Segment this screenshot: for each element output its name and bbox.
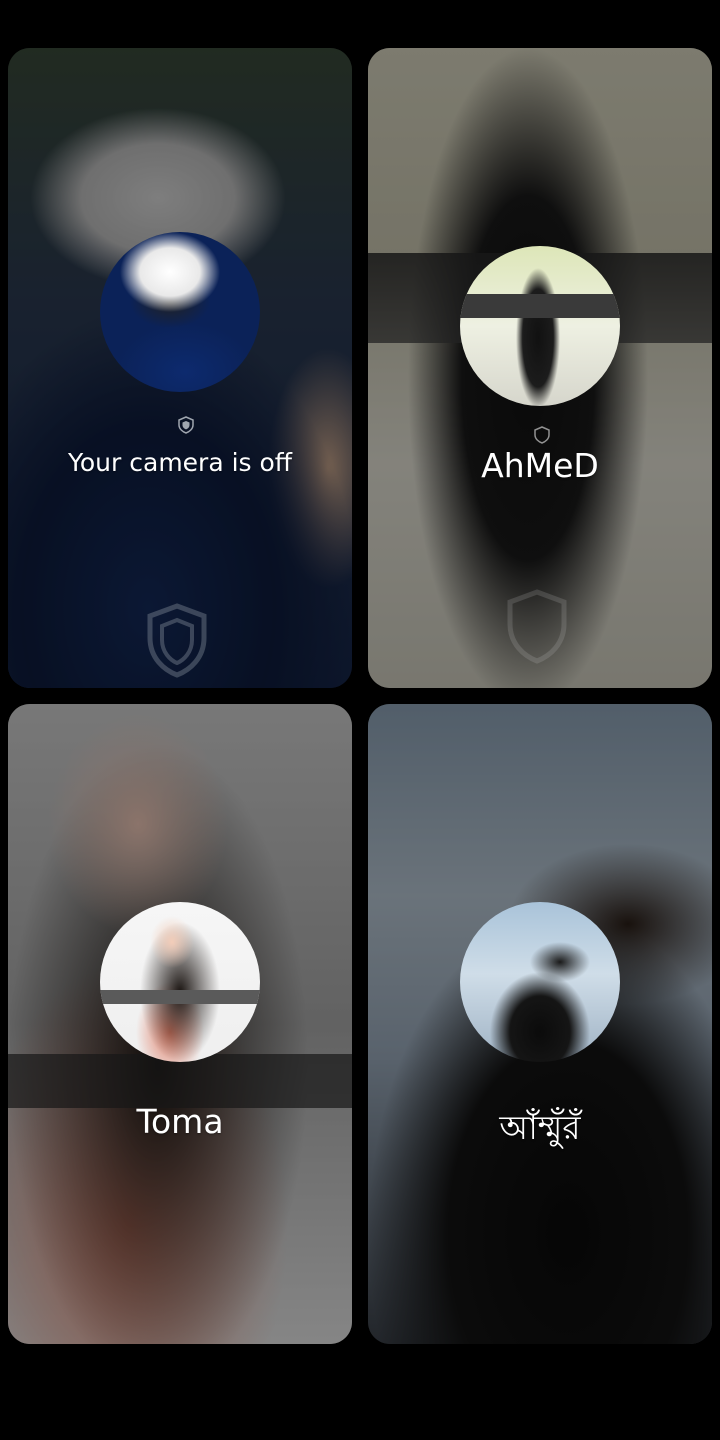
camera-off-label: Your camera is off (67, 448, 293, 477)
participant-tile-ahmed[interactable]: AhMeD (368, 48, 712, 688)
avatar (100, 232, 260, 392)
shield-icon (147, 603, 207, 678)
participant-tile-toma[interactable]: Toma (8, 704, 352, 1344)
participant-tile-ammur[interactable]: আঁম্মুঁরঁ (368, 704, 712, 1344)
avatar (100, 902, 260, 1062)
shield-icon (178, 416, 194, 434)
participant-name: Toma (136, 1102, 224, 1141)
shield-icon (507, 589, 567, 664)
participant-name: AhMeD (481, 446, 599, 485)
avatar (460, 902, 620, 1062)
participant-name: আঁম্মুঁরঁ (499, 1108, 581, 1147)
video-call-grid: Your camera is off AhMeD Toma আঁম্মুঁরঁ (0, 0, 720, 1440)
avatar (460, 246, 620, 406)
shield-icon (534, 426, 550, 444)
participant-tile-self[interactable]: Your camera is off (8, 48, 352, 688)
